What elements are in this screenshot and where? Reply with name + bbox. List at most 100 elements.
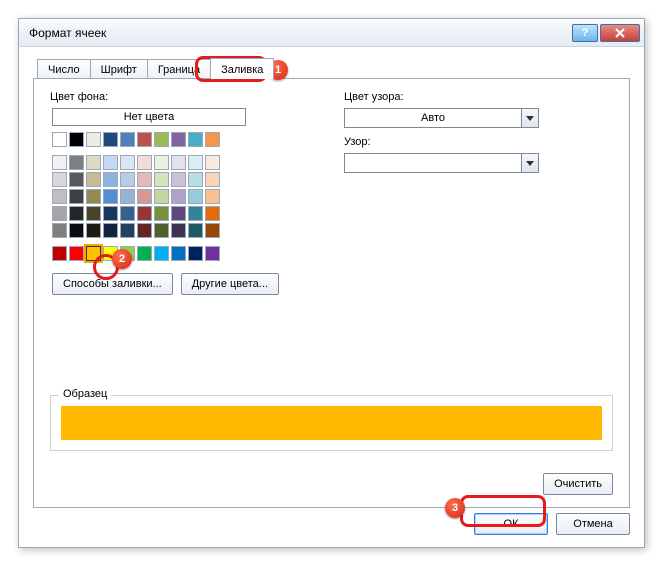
sample-fieldset: Образец	[50, 395, 613, 451]
color-swatch[interactable]	[120, 246, 135, 261]
color-swatch[interactable]	[86, 172, 101, 187]
color-swatch[interactable]	[154, 189, 169, 204]
color-swatch[interactable]	[103, 206, 118, 221]
tab-fill[interactable]: Заливка	[210, 58, 274, 79]
more-colors-button[interactable]: Другие цвета...	[181, 273, 279, 295]
tab-number[interactable]: Число	[37, 59, 91, 79]
tab-panel-fill: Цвет фона: Нет цвета Способы заливки... …	[33, 78, 630, 508]
color-swatch[interactable]	[205, 172, 220, 187]
color-swatch[interactable]	[103, 223, 118, 238]
color-swatch[interactable]	[52, 172, 67, 187]
color-swatch[interactable]	[171, 189, 186, 204]
color-swatch[interactable]	[69, 172, 84, 187]
pattern-section: Цвет узора: Авто Узор:	[344, 91, 594, 181]
cancel-button[interactable]: Отмена	[556, 513, 630, 535]
color-swatch[interactable]	[188, 223, 203, 238]
color-swatch[interactable]	[120, 132, 135, 147]
color-swatch[interactable]	[52, 132, 67, 147]
color-swatch[interactable]	[103, 246, 118, 261]
pattern-color-combo[interactable]: Авто	[344, 108, 539, 128]
color-swatch[interactable]	[103, 155, 118, 170]
color-swatch[interactable]	[205, 189, 220, 204]
color-swatch[interactable]	[69, 132, 84, 147]
color-swatch[interactable]	[205, 223, 220, 238]
color-swatch[interactable]	[86, 223, 101, 238]
dialog-body: Число Шрифт Граница Заливка Цвет фона: Н…	[19, 47, 644, 547]
color-swatch[interactable]	[137, 223, 152, 238]
color-swatch[interactable]	[120, 172, 135, 187]
color-swatch[interactable]	[69, 155, 84, 170]
dialog-footer: ОК Отмена	[474, 513, 630, 535]
color-swatch[interactable]	[171, 172, 186, 187]
color-swatch[interactable]	[103, 132, 118, 147]
help-button[interactable]: ?	[572, 24, 598, 42]
color-swatch[interactable]	[52, 189, 67, 204]
color-swatch[interactable]	[154, 206, 169, 221]
color-swatch[interactable]	[188, 155, 203, 170]
color-swatch[interactable]	[86, 155, 101, 170]
color-swatch[interactable]	[154, 223, 169, 238]
color-swatch[interactable]	[205, 132, 220, 147]
color-swatch[interactable]	[171, 246, 186, 261]
chevron-down-icon	[521, 109, 538, 127]
color-swatch[interactable]	[205, 206, 220, 221]
close-icon	[615, 28, 625, 38]
window-title: Формат ячеек	[29, 26, 570, 40]
color-swatch[interactable]	[188, 206, 203, 221]
color-swatch[interactable]	[52, 246, 67, 261]
tab-border[interactable]: Граница	[147, 59, 211, 79]
color-swatch[interactable]	[171, 155, 186, 170]
color-swatch[interactable]	[205, 155, 220, 170]
color-swatch[interactable]	[120, 223, 135, 238]
color-swatch[interactable]	[188, 246, 203, 261]
sample-preview	[61, 406, 602, 440]
title-bar: Формат ячеек ?	[19, 19, 644, 47]
color-swatch[interactable]	[86, 132, 101, 147]
label-bg-color: Цвет фона:	[50, 91, 108, 103]
color-swatch[interactable]	[52, 223, 67, 238]
no-color-button[interactable]: Нет цвета	[52, 108, 246, 126]
color-swatch[interactable]	[171, 206, 186, 221]
ok-button[interactable]: ОК	[474, 513, 548, 535]
color-swatch[interactable]	[86, 189, 101, 204]
dialog-window: Формат ячеек ? Число Шрифт Граница Залив…	[18, 18, 645, 548]
color-swatch[interactable]	[137, 189, 152, 204]
color-swatch[interactable]	[137, 246, 152, 261]
color-swatch[interactable]	[188, 172, 203, 187]
color-swatch[interactable]	[171, 132, 186, 147]
tab-strip: Число Шрифт Граница Заливка	[37, 55, 630, 79]
color-swatch[interactable]	[154, 132, 169, 147]
color-swatch[interactable]	[137, 172, 152, 187]
tab-font[interactable]: Шрифт	[90, 59, 148, 79]
color-swatch[interactable]	[69, 206, 84, 221]
color-swatch[interactable]	[137, 155, 152, 170]
color-swatch[interactable]	[188, 189, 203, 204]
color-swatch[interactable]	[154, 246, 169, 261]
color-swatch[interactable]	[69, 223, 84, 238]
color-swatch[interactable]	[137, 206, 152, 221]
color-swatch[interactable]	[120, 189, 135, 204]
color-swatch[interactable]	[52, 155, 67, 170]
label-pattern-color: Цвет узора:	[344, 91, 594, 103]
color-swatch[interactable]	[86, 246, 101, 261]
fill-effects-button[interactable]: Способы заливки...	[52, 273, 173, 295]
color-swatch[interactable]	[137, 132, 152, 147]
color-swatch[interactable]	[52, 206, 67, 221]
pattern-style-combo[interactable]	[344, 153, 539, 173]
color-swatch[interactable]	[188, 132, 203, 147]
color-swatch[interactable]	[205, 246, 220, 261]
close-button[interactable]	[600, 24, 640, 42]
label-sample: Образец	[59, 388, 111, 400]
color-swatch[interactable]	[154, 172, 169, 187]
chevron-down-icon	[521, 154, 538, 172]
color-swatch[interactable]	[171, 223, 186, 238]
color-swatch[interactable]	[86, 206, 101, 221]
color-swatch[interactable]	[120, 206, 135, 221]
color-swatch[interactable]	[120, 155, 135, 170]
clear-button[interactable]: Очистить	[543, 473, 613, 495]
color-swatch[interactable]	[154, 155, 169, 170]
color-swatch[interactable]	[69, 246, 84, 261]
color-swatch[interactable]	[103, 172, 118, 187]
color-swatch[interactable]	[103, 189, 118, 204]
color-swatch[interactable]	[69, 189, 84, 204]
